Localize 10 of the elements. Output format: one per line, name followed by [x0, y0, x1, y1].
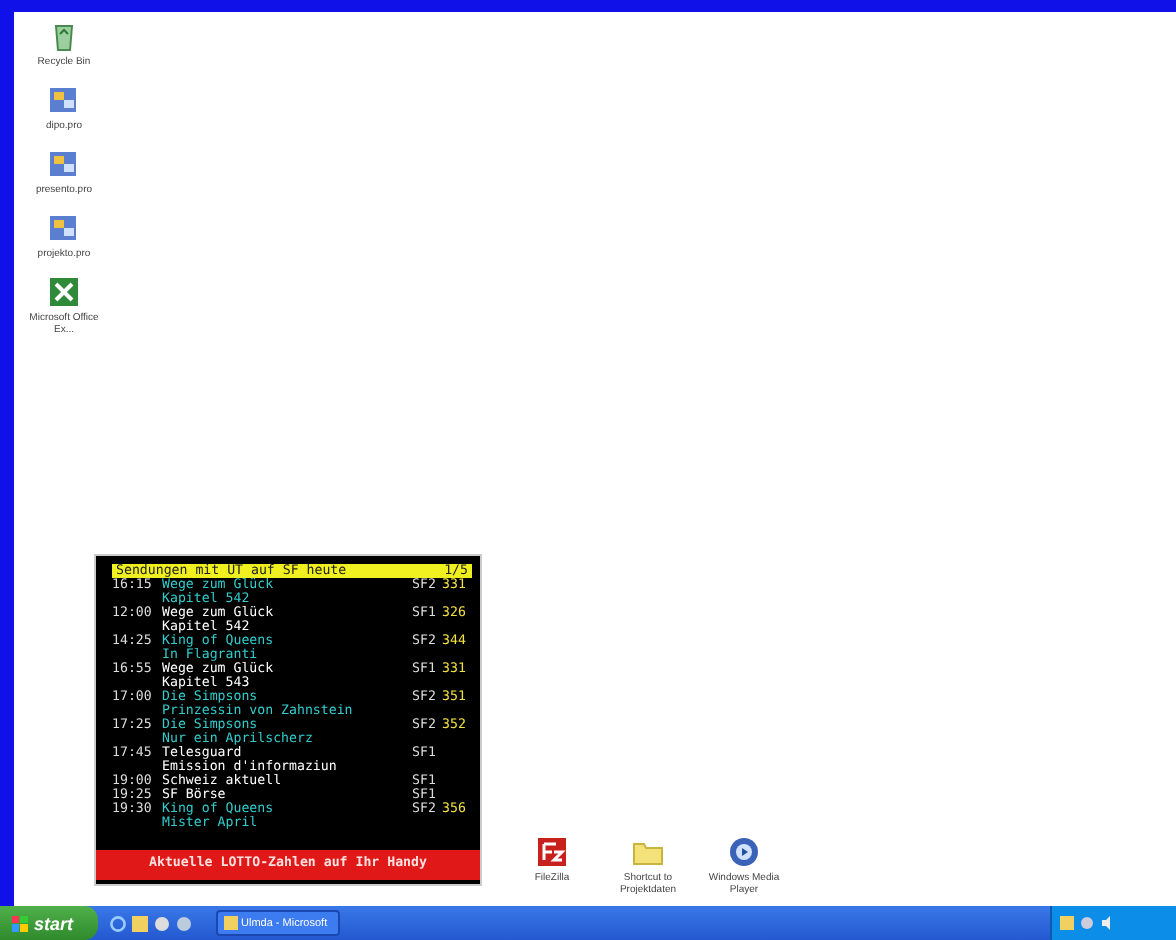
document-icon: [48, 212, 80, 244]
start-button[interactable]: start: [0, 906, 98, 940]
document-icon: [48, 84, 80, 116]
document-icon: [48, 148, 80, 180]
windows-logo-icon: [12, 915, 28, 931]
spreadsheet-icon: [48, 276, 80, 308]
filezilla-icon: [536, 836, 568, 868]
volume-icon[interactable]: [1100, 916, 1114, 930]
browser-icon[interactable]: [109, 915, 126, 931]
media-player-icon: [728, 836, 760, 868]
